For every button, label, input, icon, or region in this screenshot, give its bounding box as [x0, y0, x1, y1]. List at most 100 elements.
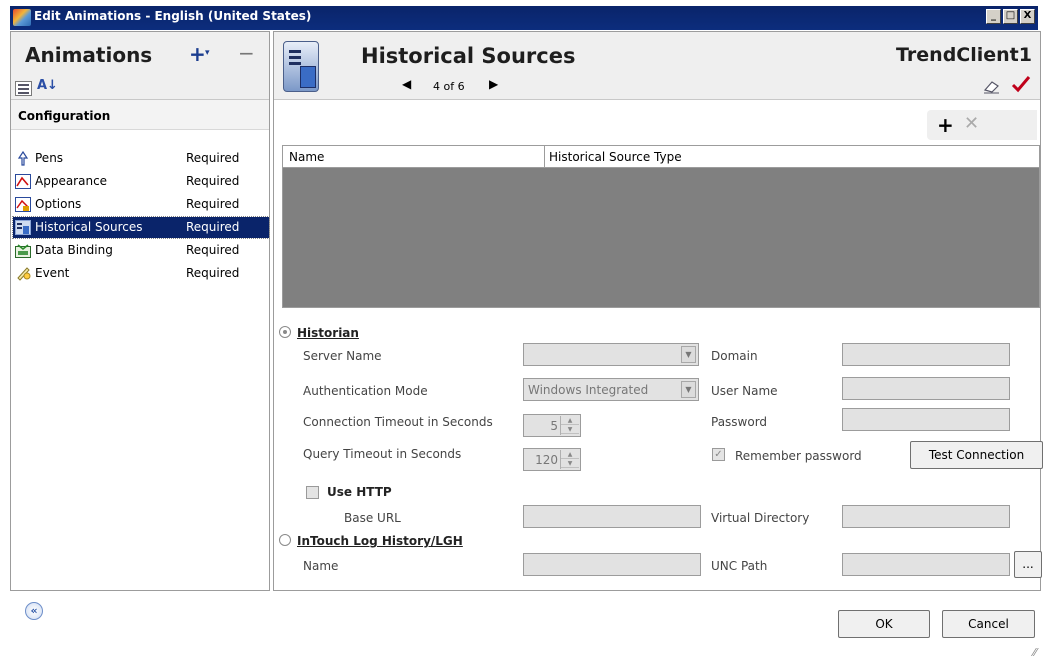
remember-password-checkbox[interactable]: ✓: [712, 448, 725, 461]
authentication-mode-value: Windows Integrated: [528, 383, 649, 397]
appearance-icon: [15, 174, 31, 189]
add-animation-dropdown-icon[interactable]: ▾: [205, 48, 210, 58]
config-item-label: Pens: [35, 151, 64, 165]
config-item-options[interactable]: Options Required: [13, 194, 269, 215]
historical-sources-large-icon: [283, 41, 319, 92]
base-url-field[interactable]: [523, 505, 701, 528]
config-item-label: Event: [35, 266, 70, 280]
sort-alphabetical-icon[interactable]: A↓: [37, 78, 58, 93]
user-name-field[interactable]: [842, 377, 1010, 400]
config-item-status: Required: [186, 243, 240, 257]
remove-animation-button[interactable]: −: [238, 41, 255, 65]
config-item-data-binding[interactable]: Data Binding Required: [13, 240, 269, 261]
stepper-arrows[interactable]: ▲ ▼: [560, 450, 579, 469]
config-item-label: Appearance: [35, 174, 108, 188]
intouch-name-field[interactable]: [523, 553, 701, 576]
configuration-header-label: Configuration: [18, 109, 111, 123]
config-item-label: Historical Sources: [35, 220, 143, 234]
resize-grip-icon[interactable]: ⁄⁄: [1033, 646, 1037, 659]
maximize-button[interactable]: □: [1003, 9, 1018, 24]
next-arrow-icon[interactable]: ▶: [489, 77, 498, 91]
virtual-directory-label: Virtual Directory: [711, 511, 810, 525]
grid-header: Name Historical Source Type: [282, 145, 1040, 168]
remove-source-icon[interactable]: ✕: [964, 113, 979, 134]
categorized-view-icon[interactable]: [15, 81, 32, 96]
user-name-label: User Name: [711, 384, 778, 398]
options-icon: [15, 197, 31, 212]
chevron-down-icon[interactable]: ▼: [681, 381, 696, 398]
config-item-historical-sources[interactable]: Historical Sources Required: [12, 216, 270, 239]
page-title: Historical Sources: [361, 44, 576, 68]
intouch-name-label: Name: [303, 559, 339, 573]
test-connection-button[interactable]: Test Connection: [910, 441, 1043, 469]
grid-column-name[interactable]: Name: [289, 150, 324, 164]
sources-grid: Name Historical Source Type: [282, 145, 1048, 308]
object-name: TrendClient1: [896, 44, 1032, 66]
app-icon: [13, 9, 31, 26]
query-timeout-stepper[interactable]: 120 ▲ ▼: [523, 448, 581, 471]
source-toolbar: + ✕: [927, 110, 1037, 140]
add-source-icon[interactable]: +: [937, 113, 954, 137]
page-counter: 4 of 6: [433, 80, 465, 93]
connection-timeout-value: 5: [550, 419, 558, 433]
configuration-header: Configuration: [11, 100, 269, 130]
domain-field[interactable]: [842, 343, 1010, 366]
historical-sources-header: Historical Sources ◀ 4 of 6 ▶ TrendClien…: [274, 32, 1040, 100]
animations-panel: Animations + ▾ − A↓ Configuration Pens R…: [10, 31, 270, 591]
connection-timeout-label: Connection Timeout in Seconds: [303, 415, 493, 429]
virtual-directory-field[interactable]: [842, 505, 1010, 528]
intouch-label: InTouch Log History/LGH: [297, 534, 463, 548]
base-url-label: Base URL: [344, 511, 401, 525]
query-timeout-value: 120: [535, 453, 558, 467]
server-name-combo[interactable]: ▼: [523, 343, 699, 366]
password-label: Password: [711, 415, 768, 429]
grid-column-separator: [544, 146, 545, 167]
historian-label: Historian: [297, 326, 359, 340]
eraser-icon[interactable]: [983, 80, 1001, 94]
config-item-status: Required: [186, 151, 240, 165]
domain-label: Domain: [711, 349, 758, 363]
collapse-panel-icon[interactable]: «: [25, 602, 43, 620]
chevron-down-icon[interactable]: ▼: [681, 346, 696, 363]
close-button[interactable]: X: [1020, 9, 1035, 24]
query-timeout-label: Query Timeout in Seconds: [303, 447, 462, 461]
grid-column-source-type[interactable]: Historical Source Type: [549, 150, 682, 164]
server-name-label: Server Name: [303, 349, 382, 363]
previous-arrow-icon[interactable]: ◀: [402, 77, 411, 91]
config-item-event[interactable]: Event Required: [13, 263, 269, 284]
animations-title: Animations: [25, 43, 153, 67]
authentication-mode-combo[interactable]: Windows Integrated ▼: [523, 378, 699, 401]
browse-button[interactable]: ...: [1014, 551, 1042, 578]
unc-path-label: UNC Path: [711, 559, 768, 573]
cancel-button[interactable]: Cancel: [942, 610, 1035, 638]
check-icon[interactable]: [1011, 75, 1031, 93]
animations-header: Animations + ▾ − A↓: [11, 32, 269, 100]
config-item-status: Required: [186, 266, 240, 280]
ok-button[interactable]: OK: [838, 610, 930, 638]
pen-icon: [17, 151, 29, 166]
stepper-arrows[interactable]: ▲ ▼: [560, 416, 579, 435]
config-item-appearance[interactable]: Appearance Required: [13, 171, 269, 192]
config-item-pens[interactable]: Pens Required: [13, 148, 269, 169]
remember-password-label: Remember password: [735, 449, 862, 463]
historian-radio[interactable]: [279, 326, 291, 338]
minimize-button[interactable]: _: [986, 9, 1001, 24]
connection-timeout-stepper[interactable]: 5 ▲ ▼: [523, 414, 581, 437]
unc-path-field[interactable]: [842, 553, 1010, 576]
historical-sources-icon: [15, 220, 31, 235]
event-icon: [17, 267, 31, 281]
config-item-label: Data Binding: [35, 243, 113, 257]
window-title: Edit Animations - English (United States…: [34, 9, 312, 23]
historical-sources-panel: Historical Sources ◀ 4 of 6 ▶ TrendClien…: [273, 31, 1043, 591]
grid-body[interactable]: [282, 168, 1040, 308]
add-animation-button[interactable]: +: [189, 42, 206, 66]
config-item-status: Required: [186, 197, 240, 211]
title-bar: Edit Animations - English (United States…: [0, 0, 1050, 31]
authentication-mode-label: Authentication Mode: [303, 384, 428, 398]
data-binding-icon: [15, 244, 31, 258]
use-http-checkbox[interactable]: [306, 486, 319, 499]
password-field[interactable]: [842, 408, 1010, 431]
intouch-radio[interactable]: [279, 534, 291, 546]
config-item-status: Required: [186, 220, 240, 234]
use-http-label: Use HTTP: [327, 485, 392, 499]
